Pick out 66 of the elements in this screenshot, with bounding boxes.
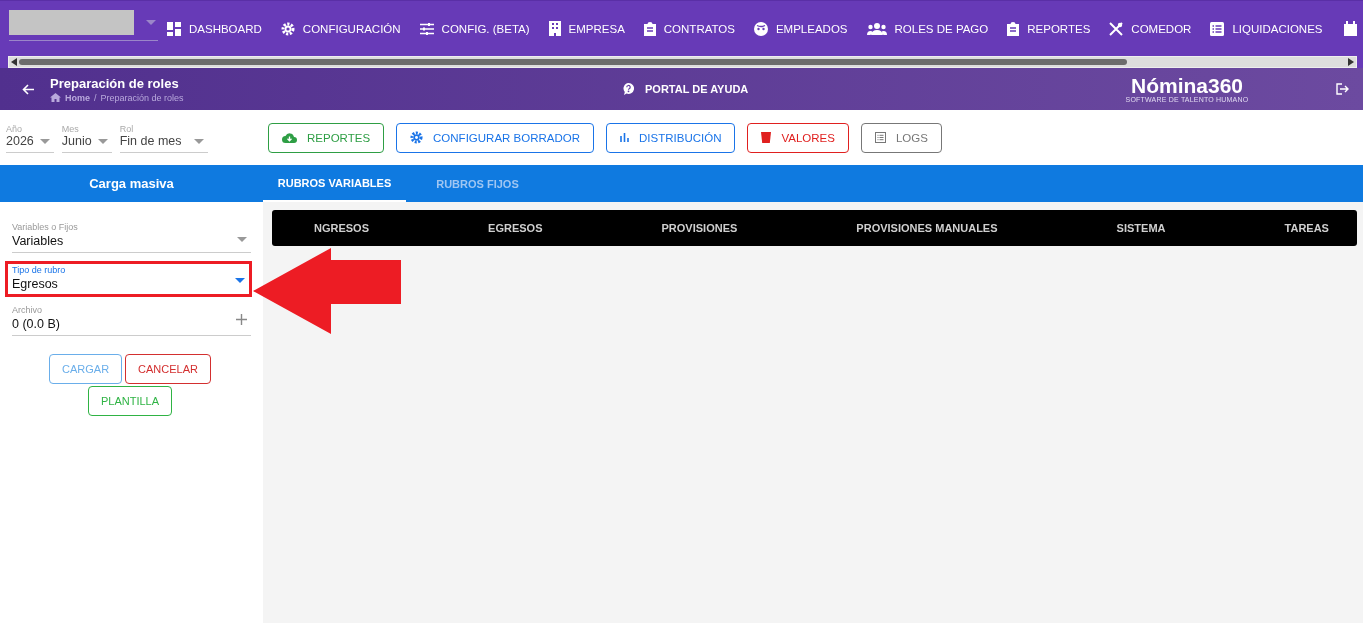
column-header: PROVISIONES MANUALES	[856, 222, 998, 234]
help-portal-link[interactable]: PORTAL DE AYUDA	[623, 83, 1120, 95]
tab[interactable]: RUBROS VARIABLES	[263, 165, 406, 202]
list-icon	[874, 132, 886, 143]
filter-select[interactable]: Mes Junio	[61, 124, 112, 153]
breadcrumb-current: Preparación de roles	[100, 92, 184, 103]
back-arrow-icon[interactable]	[22, 83, 34, 95]
nav-item[interactable]: DASHBOARD	[167, 21, 262, 36]
plus-icon	[236, 314, 247, 325]
caret-icon	[146, 20, 156, 26]
file-input[interactable]: Archivo 0 (0.0 B)	[12, 305, 251, 336]
nav-item[interactable]: ROLES DE PAGO	[866, 22, 989, 35]
caret-icon	[39, 138, 50, 144]
bar-chart-icon	[620, 133, 629, 142]
cup-icon	[761, 132, 772, 143]
panel-header: Carga masiva	[0, 165, 263, 202]
column-header: NGRESOS	[314, 222, 369, 234]
face-icon	[753, 21, 768, 36]
nav-item[interactable]: EMPRESA	[548, 21, 625, 37]
nav-item[interactable]: LIQUIDACIONES	[1210, 21, 1323, 36]
breadcrumb-separator: /	[94, 92, 97, 103]
sliders-icon	[419, 22, 434, 35]
dashboard-icon	[167, 21, 181, 36]
column-header: SISTEMA	[1116, 222, 1166, 234]
action-button[interactable]: LOGS	[860, 122, 942, 153]
nav-item[interactable]: CONFIGURACIÓN	[280, 21, 401, 36]
cloud-download-icon	[282, 132, 297, 143]
settings-icon	[280, 21, 295, 36]
nav-item[interactable]: REPORTES	[1007, 21, 1091, 36]
caret-icon	[97, 138, 108, 144]
settings-icon	[410, 131, 424, 144]
list-icon	[1210, 21, 1225, 36]
home-icon	[50, 93, 61, 102]
caret-icon	[237, 237, 247, 242]
action-button[interactable]: VALORES	[747, 122, 849, 153]
action-button[interactable]: DISTRIBUCIÓN	[606, 122, 736, 153]
clipboard-icon	[643, 21, 656, 36]
filter-select[interactable]: Rol Fin de mes	[119, 124, 208, 153]
nav-item[interactable]: EMPLEADOS	[753, 21, 848, 36]
people-icon	[866, 22, 887, 35]
scroll-left-icon[interactable]	[11, 58, 17, 67]
brand-logo: Nómina360	[1130, 75, 1243, 96]
filter-select[interactable]: Año 2026	[6, 124, 54, 153]
page-title: Preparación de roles	[50, 75, 180, 91]
nav-item[interactable]: CONTRATOS	[643, 21, 735, 36]
horizontal-scrollbar[interactable]	[8, 56, 1357, 68]
calendar-icon[interactable]	[1343, 21, 1357, 37]
column-header: TAREAS	[1284, 222, 1329, 234]
nav-item[interactable]: CONFIG. (BETA)	[419, 22, 530, 35]
breadcrumb-link[interactable]: Home	[65, 92, 90, 103]
cutlery-icon	[1109, 21, 1124, 36]
select-field[interactable]: Variables o Fijos Variables	[12, 222, 251, 253]
scroll-right-icon[interactable]	[1348, 58, 1354, 67]
clipboard-icon	[1007, 21, 1020, 36]
action-button[interactable]: CONFIGURAR BORRADOR	[396, 122, 594, 153]
nav-item[interactable]: COMEDOR	[1109, 21, 1192, 36]
help-icon	[623, 83, 634, 95]
column-header: PROVISIONES	[661, 222, 738, 234]
building-icon	[548, 21, 561, 37]
caret-icon	[193, 138, 204, 144]
select-field[interactable]: Tipo de rubro Egresos	[12, 265, 249, 294]
account-dropdown[interactable]	[9, 10, 158, 42]
column-header: EGRESOS	[488, 222, 543, 234]
form-button[interactable]: CANCELAR	[125, 354, 211, 384]
caret-icon	[235, 278, 245, 283]
logout-icon[interactable]	[1336, 83, 1349, 95]
